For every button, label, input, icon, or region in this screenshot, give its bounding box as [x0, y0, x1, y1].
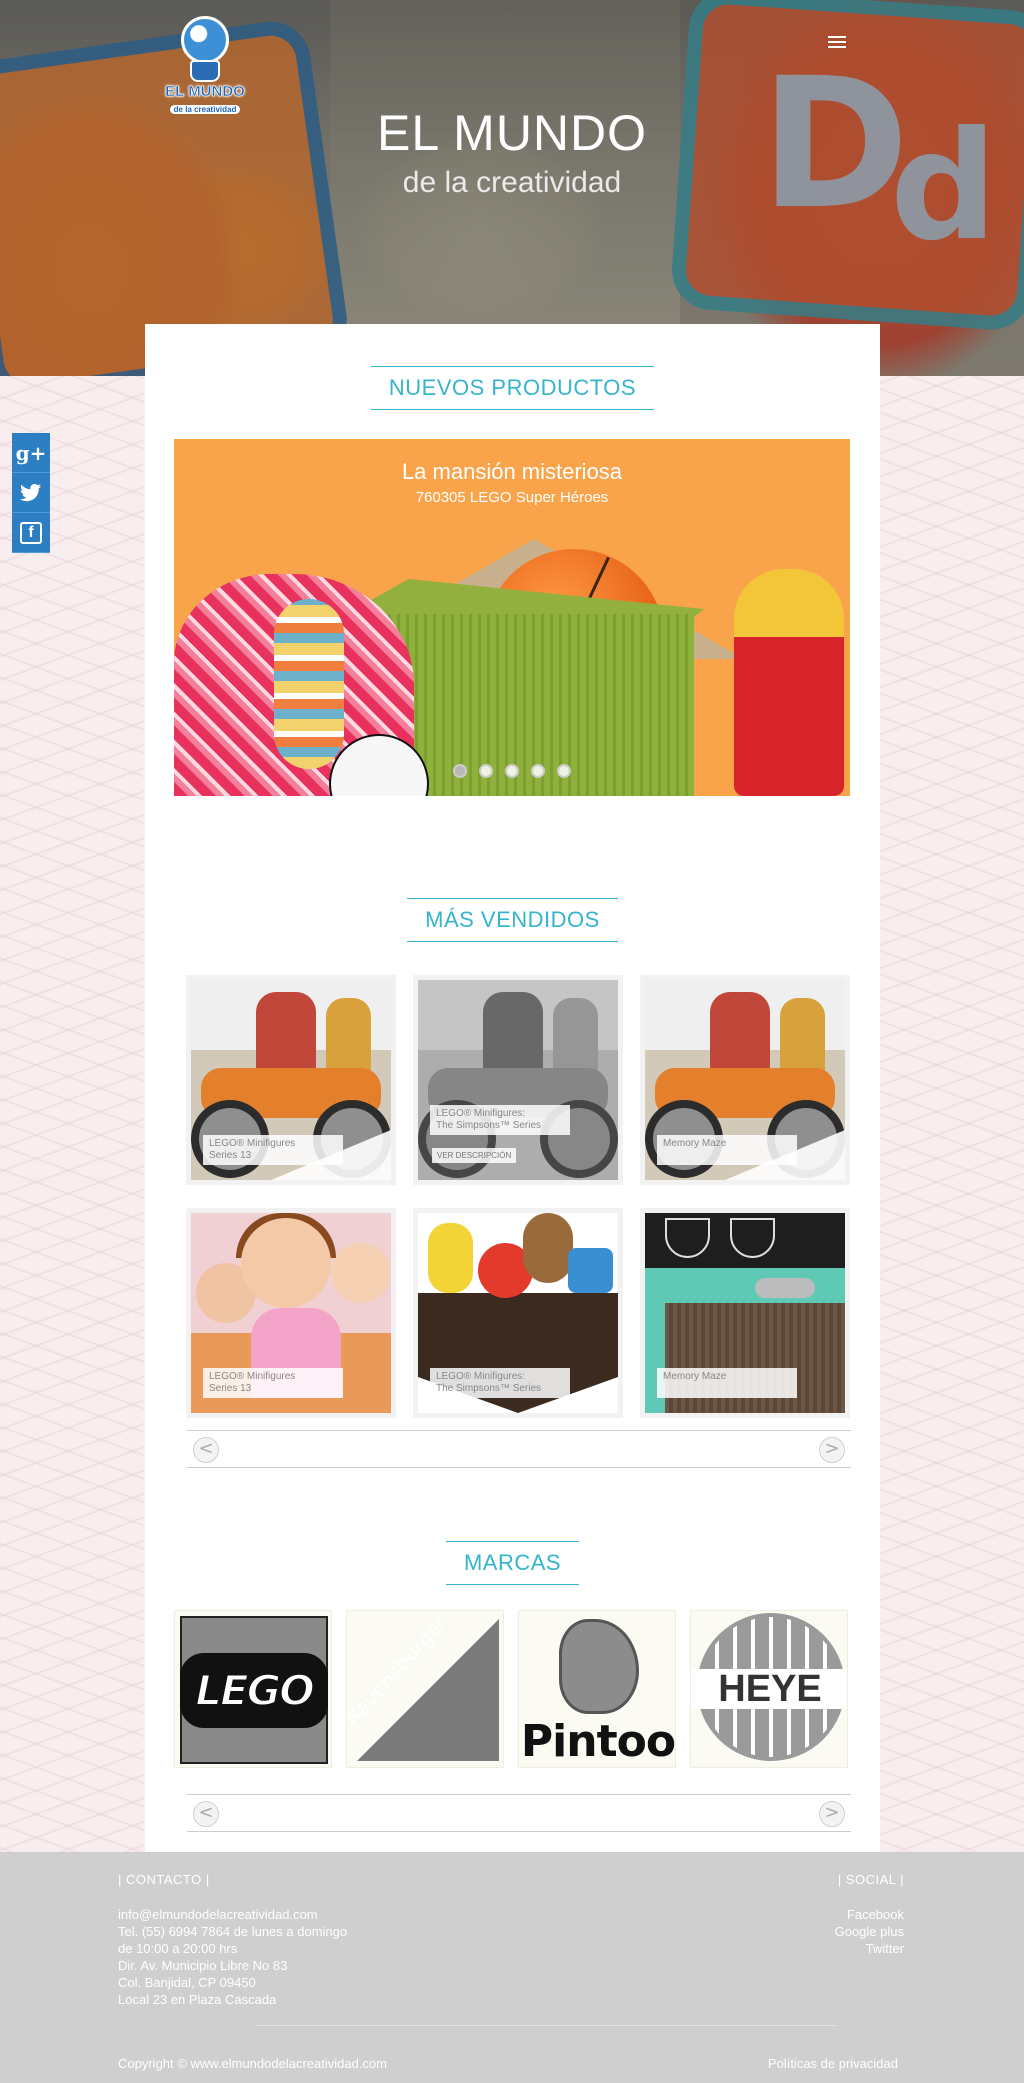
facebook-glyph: f	[20, 521, 42, 544]
twitter-icon[interactable]	[12, 473, 50, 513]
product-series: Series 13	[209, 1150, 252, 1161]
product-image: LEGO® Minifigures Series 13	[191, 980, 391, 1180]
brands-nav: < >	[187, 1794, 851, 1832]
contact-phone: Tel. (55) 6994 7864 de lunes a domingo	[118, 1924, 348, 1939]
lego-logo: LEGO	[180, 1616, 328, 1764]
product-name: LEGO® Minifigures:	[436, 1371, 526, 1382]
lego-logo-text: LEGO	[180, 1652, 328, 1728]
best-sellers-heading: MÁS VENDIDOS	[145, 898, 880, 942]
product-card[interactable]: LEGO® Minifigures: The Simpsons™ Series …	[413, 975, 623, 1185]
logo-text: EL MUNDO	[165, 83, 245, 100]
copyright: Copyright © www.elmundodelacreatividad.c…	[118, 2056, 387, 2071]
product-label: LEGO® Minifigures Series 13	[203, 1368, 343, 1398]
product-name: Memory Maze	[663, 1371, 727, 1382]
best-sellers-next-button[interactable]: >	[819, 1437, 845, 1463]
site-footer: | CONTACTO | info@elmundodelacreatividad…	[0, 1852, 1024, 2083]
social-sidebar: g+ f	[12, 433, 50, 553]
slider-dot-2[interactable]	[479, 764, 493, 778]
contact-colony: Col. Banjidal, CP 09450	[118, 1975, 256, 1990]
new-products-heading-text: NUEVOS PRODUCTOS	[370, 366, 655, 410]
twitter-bird-svg	[20, 483, 41, 501]
pintoo-logo-text: Pintoo	[520, 1716, 676, 1767]
google-plus-glyph: g+	[15, 440, 47, 465]
social-heading: | SOCIAL |	[837, 1872, 904, 1887]
facebook-link[interactable]: Facebook	[835, 1906, 904, 1923]
brand-lego[interactable]: LEGO	[174, 1610, 332, 1768]
new-products-slider[interactable]: La mansión misteriosa 760305 LEGO Super …	[174, 439, 850, 796]
slide-title: La mansión misteriosa	[401, 459, 623, 484]
main-content-panel: NUEVOS PRODUCTOS La mansión misteriosa 7…	[145, 324, 880, 1852]
slider-dot-5[interactable]	[557, 764, 571, 778]
best-sellers-nav: < >	[187, 1430, 851, 1468]
product-image: Memory Maze	[645, 1213, 845, 1413]
footer-divider	[256, 2025, 836, 2026]
slide-duck-toy	[734, 569, 844, 796]
slide-subtitle: 760305 LEGO Super Héroes	[415, 489, 609, 506]
product-series: The Simpsons™ Series	[436, 1383, 542, 1394]
product-series: The Simpsons™ Series	[436, 1120, 542, 1131]
product-series: Series 13	[209, 1383, 252, 1394]
new-products-heading: NUEVOS PRODUCTOS	[145, 366, 880, 410]
brands-prev-button[interactable]: <	[193, 1801, 219, 1827]
product-label: LEGO® Minifigures: The Simpsons™ Series	[430, 1105, 570, 1135]
product-label: Memory Maze	[657, 1135, 797, 1165]
view-description-button[interactable]: VER DESCRIPCIÓN	[432, 1148, 517, 1163]
brands-carousel: LEGO Ravensburger Pintoo HEYE	[174, 1610, 850, 1770]
product-card[interactable]: Memory Maze	[640, 1208, 850, 1418]
product-label: LEGO® Minifigures Series 13	[203, 1135, 343, 1165]
facebook-icon[interactable]: f	[12, 513, 50, 553]
product-image: Memory Maze	[645, 980, 845, 1180]
brand-ravensburger[interactable]: Ravensburger	[346, 1610, 504, 1768]
product-card[interactable]: Memory Maze	[640, 975, 850, 1185]
best-sellers-prev-button[interactable]: <	[193, 1437, 219, 1463]
heye-logo-text: HEYE	[691, 1669, 847, 1709]
product-label: LEGO® Minifigures: The Simpsons™ Series	[430, 1368, 570, 1398]
best-sellers-heading-text: MÁS VENDIDOS	[407, 898, 618, 942]
social-links: Facebook Google plus Twitter	[835, 1906, 904, 1957]
privacy-policy-link[interactable]: Políticas de privacidad	[768, 2056, 898, 2071]
contact-email[interactable]: info@elmundodelacreatividad.com	[118, 1906, 347, 1923]
twitter-link[interactable]: Twitter	[835, 1940, 904, 1957]
slider-dot-4[interactable]	[531, 764, 545, 778]
slide-image	[174, 539, 850, 796]
brands-next-button[interactable]: >	[819, 1801, 845, 1827]
product-image: LEGO® Minifigures: The Simpsons™ Series	[418, 1213, 618, 1413]
hero-subtitle: de la creatividad	[402, 166, 622, 199]
product-name: LEGO® Minifigures:	[436, 1108, 526, 1119]
product-card[interactable]: LEGO® Minifigures Series 13	[186, 1208, 396, 1418]
contact-heading: | CONTACTO |	[118, 1872, 210, 1887]
product-label: Memory Maze	[657, 1368, 797, 1398]
contact-hours: de 10:00 a 20:00 hrs	[118, 1941, 238, 1956]
slider-dots	[174, 764, 850, 783]
brands-heading: MARCAS	[145, 1541, 880, 1585]
product-card[interactable]: LEGO® Minifigures Series 13	[186, 975, 396, 1185]
google-plus-link[interactable]: Google plus	[835, 1923, 904, 1940]
hamburger-menu-icon[interactable]	[828, 36, 846, 48]
product-name: LEGO® Minifigures	[209, 1371, 296, 1382]
product-card[interactable]: LEGO® Minifigures: The Simpsons™ Series	[413, 1208, 623, 1418]
contact-info: info@elmundodelacreatividad.com Tel. (55…	[118, 1906, 347, 2008]
contact-address: Dir. Av. Municipio Libre No 83	[118, 1958, 288, 1973]
google-plus-icon[interactable]: g+	[12, 433, 50, 473]
product-name: LEGO® Minifigures	[209, 1138, 296, 1149]
product-name: Memory Maze	[663, 1138, 727, 1149]
slide-striped-toy	[274, 599, 344, 769]
slider-dot-3[interactable]	[505, 764, 519, 778]
product-image: LEGO® Minifigures Series 13	[191, 1213, 391, 1413]
brands-heading-text: MARCAS	[445, 1541, 580, 1585]
logo-figure-icon	[190, 60, 220, 82]
slider-dot-1[interactable]	[453, 764, 467, 778]
brand-pintoo[interactable]: Pintoo	[518, 1610, 676, 1768]
brand-heye[interactable]: HEYE	[690, 1610, 848, 1768]
contact-local: Local 23 en Plaza Cascada	[118, 1992, 277, 2007]
product-image: LEGO® Minifigures: The Simpsons™ Series …	[418, 980, 618, 1180]
logo-globe-icon	[181, 16, 229, 64]
puzzle-piece-icon	[559, 1619, 639, 1714]
slide-caption: La mansión misteriosa 760305 LEGO Super …	[174, 459, 850, 506]
hero-title: EL MUNDO	[376, 105, 648, 161]
